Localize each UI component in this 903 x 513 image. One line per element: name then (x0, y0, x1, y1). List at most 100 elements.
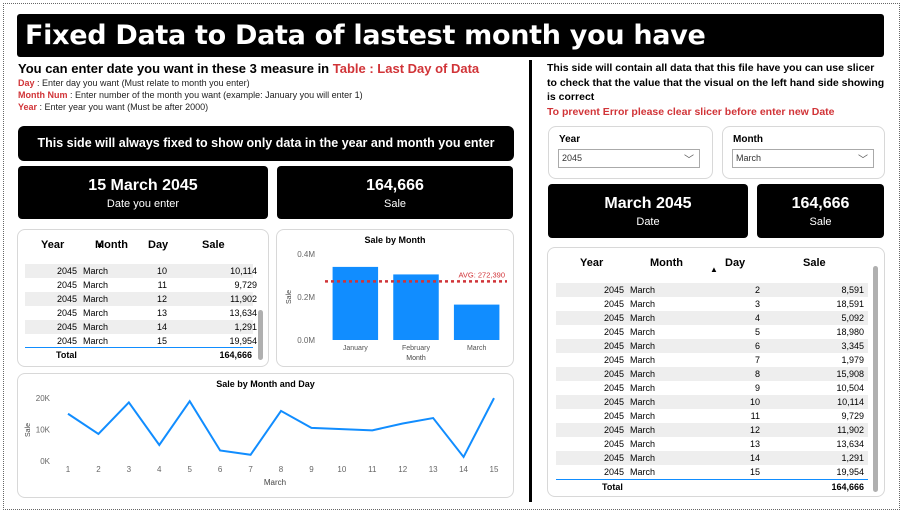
intro-line-day: Day : Enter day you want (Must relate to… (18, 78, 250, 88)
sale-cell: 18,980 (836, 327, 864, 337)
r-col-header-sale[interactable]: Sale (803, 257, 826, 269)
date-card-label: Date you enter (106, 198, 180, 210)
year-cell: 2045 (603, 425, 624, 435)
vertical-scrollbar[interactable] (258, 310, 263, 360)
r-col-header-day[interactable]: Day (725, 257, 745, 269)
right-table-row: 2045 March 2 8,591 (556, 283, 868, 297)
day-cell: 11 (750, 411, 760, 421)
sale-cell: 11,902 (837, 425, 864, 435)
right-table-row: 2045 March 7 1,979 (556, 353, 868, 367)
year-cell: 2045 (603, 439, 624, 449)
sale-card-label: Sale (383, 198, 407, 210)
x-tick-label: 15 (490, 465, 499, 474)
intro-heading-table: Table : Last Day of Data (332, 61, 480, 76)
intro-heading: You can enter date you want in these 3 m… (18, 61, 479, 76)
intro-text: : Enter day you want (Must relate to mon… (34, 78, 250, 88)
right-sale-card-value: 164,666 (791, 195, 850, 212)
intro-key: Month Num (18, 90, 68, 100)
col-header-month[interactable]: Month (95, 239, 128, 251)
r-col-header-year[interactable]: Year (580, 257, 603, 269)
chevron-down-icon: ﹀ (858, 155, 868, 166)
year-cell: 2045 (56, 294, 77, 304)
year-slicer-title: Year (559, 134, 581, 145)
sale-cell: 1,979 (841, 355, 864, 365)
year-cell: 2045 (603, 355, 624, 365)
month-dropdown-value: March (736, 153, 762, 163)
x-tick-label: 10 (337, 465, 346, 474)
col-header-day[interactable]: Day (148, 239, 168, 251)
right-date-card[interactable]: March 2045 Date (548, 184, 748, 238)
x-tick-label: 11 (368, 465, 377, 474)
right-table-row: 2045 March 12 11,902 (556, 423, 868, 437)
bar-chart-svg: 0.0M 0.2M 0.4M Sale January February March AVG:… (286, 250, 507, 362)
month-cell: March (83, 336, 109, 346)
intro-line-year: Year : Enter year you want (Must be afte… (18, 102, 208, 112)
x-tick-label: 9 (309, 465, 314, 474)
x-tick-label: January (343, 345, 368, 352)
month-cell: March (630, 369, 656, 379)
sort-asc-icon[interactable]: ▲ (710, 265, 718, 274)
sale-cell: 15,908 (836, 369, 864, 379)
right-table-row: 2045 March 15 19,954 (556, 465, 868, 479)
month-cell: March (630, 383, 656, 393)
sale-by-month-day-chart[interactable]: Sale by Month and Day 0K 10K 20K Sale 1 2 3 4 5 6… (17, 373, 514, 498)
year-cell: 2045 (603, 327, 624, 337)
y-tick-label: 0.4M (297, 250, 315, 259)
y-tick-label: 10K (36, 426, 51, 435)
year-slicer[interactable]: Year 2045 ﹀ (548, 126, 713, 179)
right-table-row: 2045 March 9 10,504 (556, 381, 868, 395)
right-table-row: 2045 March 6 3,345 (556, 339, 868, 353)
sale-card-value: 164,666 (366, 177, 424, 194)
left-table-panel[interactable]: Year ▲ Month Day Sale 2045 March 10 10,114 2… (17, 229, 269, 367)
right-description-body: This side will contain all data that thi… (547, 62, 885, 103)
sale-cell: 13,634 (836, 439, 864, 449)
right-date-card-label: Date (636, 216, 660, 228)
day-cell: 15 (156, 336, 167, 346)
sale-line (67, 397, 495, 459)
x-tick-label: 5 (187, 465, 192, 474)
day-cell: 9 (754, 383, 760, 393)
day-cell: 12 (156, 294, 167, 304)
month-cell: March (83, 322, 109, 332)
sale-cell: 1,291 (841, 453, 864, 463)
y-tick-label: 0.0M (297, 336, 315, 345)
x-tick-label: 8 (279, 465, 284, 474)
left-table-row: 2045 March 12 11,902 (25, 292, 257, 306)
month-cell: March (630, 327, 656, 337)
right-sale-card[interactable]: 164,666 Sale (757, 184, 884, 238)
sale-cell: 11,902 (230, 294, 257, 304)
day-cell: 11 (157, 280, 167, 290)
year-cell: 2045 (603, 313, 624, 323)
sale-cell: 10,114 (837, 397, 864, 407)
x-tick-label: 12 (398, 465, 407, 474)
r-vertical-scrollbar[interactable] (873, 266, 878, 492)
year-cell: 2045 (56, 336, 77, 346)
month-cell: March (83, 308, 109, 318)
month-cell: March (630, 453, 656, 463)
total-value: 164,666 (219, 350, 252, 360)
year-dropdown-value: 2045 (562, 153, 583, 163)
date-card[interactable]: 15 March 2045 Date you enter (18, 166, 268, 219)
month-cell: March (630, 467, 656, 477)
line-chart-svg: 0K10K20KSale1 2 3 4 5 6 7 8 9 10 11 12 13 14 15March (25, 394, 499, 487)
year-dropdown[interactable]: 2045 ﹀ (558, 149, 700, 168)
col-header-sale[interactable]: Sale (202, 239, 225, 251)
sale-card[interactable]: 164,666 Sale (277, 166, 513, 219)
month-cell: March (630, 397, 656, 407)
right-table-panel[interactable]: Year Month ▲ Day Sale 2045 March 2 8,591 204… (547, 247, 885, 497)
day-cell: 7 (754, 355, 760, 365)
x-axis-label: March (264, 478, 286, 487)
year-cell: 2045 (56, 322, 77, 332)
day-cell: 12 (749, 425, 760, 435)
month-dropdown[interactable]: March ﹀ (732, 149, 874, 168)
col-header-year[interactable]: Year (41, 239, 64, 251)
month-slicer[interactable]: Month March ﹀ (722, 126, 885, 179)
month-cell: March (630, 341, 656, 351)
x-axis-label: Month (406, 355, 426, 362)
r-col-header-month[interactable]: Month (650, 257, 683, 269)
x-tick-label: 14 (459, 465, 468, 474)
x-tick-label: 4 (157, 465, 162, 474)
sale-by-month-chart[interactable]: Sale by Month 0.0M 0.2M 0.4M Sale January Feb… (276, 229, 514, 367)
year-cell: 2045 (603, 397, 624, 407)
year-cell: 2045 (603, 285, 624, 295)
